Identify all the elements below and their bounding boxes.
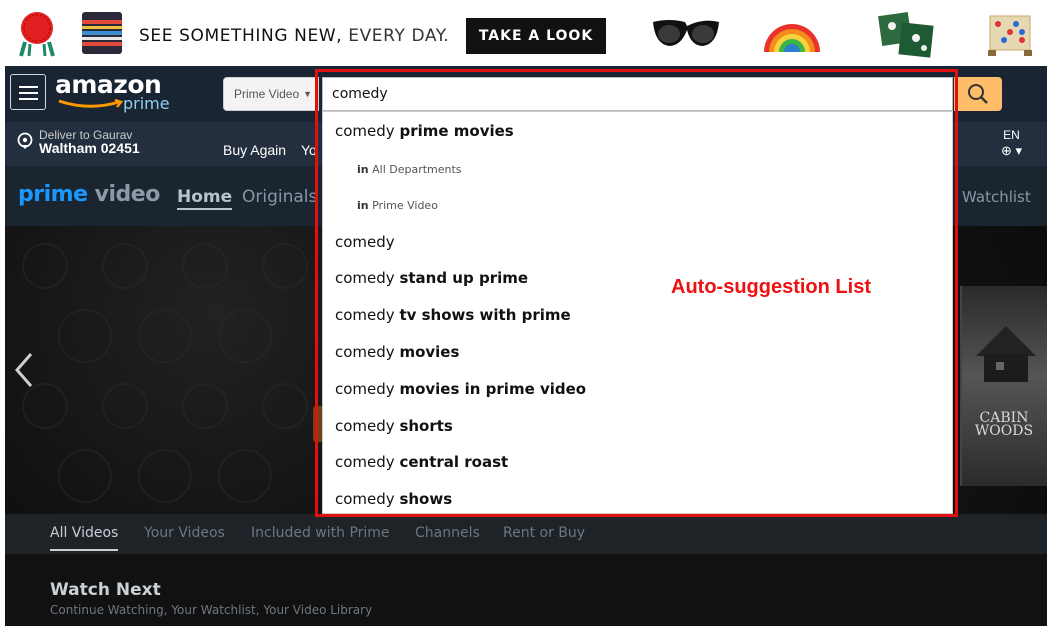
suggestion-scope-item[interactable]: in All Departments [357,163,462,176]
search-department-label: Prime Video [234,87,300,101]
watch-next-title: Watch Next [50,580,161,600]
suggestion-item[interactable]: comedy stand up prime [335,269,528,287]
location-pin-icon [17,132,33,149]
suggestion-completion: tv shows with prime [399,306,571,324]
watch-next-section: Watch Next Continue Watching, Your Watch… [5,554,1047,626]
search-button[interactable] [954,77,1002,111]
suggestion-completion: movies [399,343,460,361]
poster-title: CABIN WOODS [974,410,1034,439]
suggestion-completion: shorts [399,417,453,435]
promo-tagline-main: SEE SOMETHING NEW, [139,26,343,46]
nav-watchlist[interactable]: Watchlist [962,188,1031,206]
suggestion-completion: movies in prime video [399,380,587,398]
suggestion-prefix: comedy [335,122,395,140]
suggestion-item[interactable]: comedy movies [335,343,459,361]
prime-logo-text: prime [123,94,170,113]
striped-blanket-image[interactable] [82,12,122,54]
suggestion-item[interactable]: comedy shorts [335,417,453,435]
tab-rent-or-buy[interactable]: Rent or Buy [503,525,585,541]
suggestion-prefix: comedy [335,417,395,435]
promo-banner: SEE SOMETHING NEW, EVERY DAY. TAKE A LOO… [0,0,1052,66]
scope-label: All Departments [372,163,462,176]
suggestion-prefix: comedy [335,343,395,361]
tab-channels[interactable]: Channels [415,525,480,541]
scope-in: in [357,163,369,176]
cabin-in-the-woods-poster[interactable]: CABIN WOODS [960,286,1047,486]
search-department-select[interactable]: Prime Video ▼ [223,77,319,111]
suggestion-item[interactable]: comedy tv shows with prime [335,306,571,324]
menu-icon[interactable] [10,74,46,110]
buy-again-link[interactable]: Buy Again [223,142,286,158]
search-input[interactable] [322,77,953,111]
tab-all-videos[interactable]: All Videos [50,525,119,551]
tab-included-with-prime[interactable]: Included with Prime [251,525,390,541]
suggestion-item[interactable]: comedy shows [335,490,452,508]
suggestion-completion: shows [399,490,453,508]
suggestion-prefix: comedy [335,269,395,287]
your-link-truncated[interactable]: Yo [301,142,317,158]
connect-four-game-image[interactable] [988,12,1032,58]
suggestion-prefix: comedy [335,380,395,398]
suggestion-item[interactable]: comedy prime movies [335,122,514,140]
nav-originals[interactable]: Originals [242,187,317,207]
suggestion-completion: central roast [399,453,509,471]
prime-video-logo-prime: prime [18,182,88,207]
suggestion-prefix: comedy [335,306,395,324]
suggestion-scope-item[interactable]: in Prime Video [357,199,438,212]
chevron-left-icon[interactable] [13,352,35,388]
suggestion-prefix: comedy [335,233,395,251]
video-tabs: All Videos Your Videos Included with Pri… [5,514,1047,554]
language-code: EN [1003,128,1020,142]
amazon-smile-icon [58,99,124,108]
search-icon [968,84,988,104]
scope-label: Prime Video [372,199,438,212]
suggestion-dropdown: comedy prime movies in All Departments i… [322,111,953,514]
hero-lace-pattern [22,243,308,503]
prime-video-logo-video: video [94,182,161,207]
cabin-image [976,326,1036,382]
red-chair-image[interactable] [18,10,56,58]
globe-icon: ⊕ ▾ [1001,143,1023,158]
rainbow-image[interactable] [762,14,822,54]
suggestion-item[interactable]: comedy central roast [335,453,508,471]
deliver-location: Waltham 02451 [39,140,140,156]
take-a-look-button[interactable]: TAKE A LOOK [466,18,606,54]
promo-tagline: SEE SOMETHING NEW, EVERY DAY. [139,26,449,46]
annotation-label: Auto-suggestion List [671,276,871,298]
watch-next-subtitle: Continue Watching, Your Watchlist, Your … [50,603,373,617]
scope-in: in [357,199,369,212]
promo-tagline-light: EVERY DAY. [348,26,450,46]
caret-down-icon: ▼ [303,89,313,99]
nav-home[interactable]: Home [177,187,233,210]
suggestion-prefix: comedy [335,453,395,471]
sunglasses-image[interactable] [651,16,721,52]
suggestion-prefix: comedy [335,490,395,508]
leaf-pillow-image[interactable] [878,10,936,58]
prime-video-logo[interactable]: prime video [18,182,160,207]
suggestion-completion: stand up prime [399,269,529,287]
tab-your-videos[interactable]: Your Videos [144,525,225,541]
language-selector[interactable]: EN ⊕ ▾ [1001,128,1022,159]
suggestion-completion: prime movies [399,122,514,140]
suggestion-item[interactable]: comedy [335,233,395,251]
suggestion-item[interactable]: comedy movies in prime video [335,380,586,398]
